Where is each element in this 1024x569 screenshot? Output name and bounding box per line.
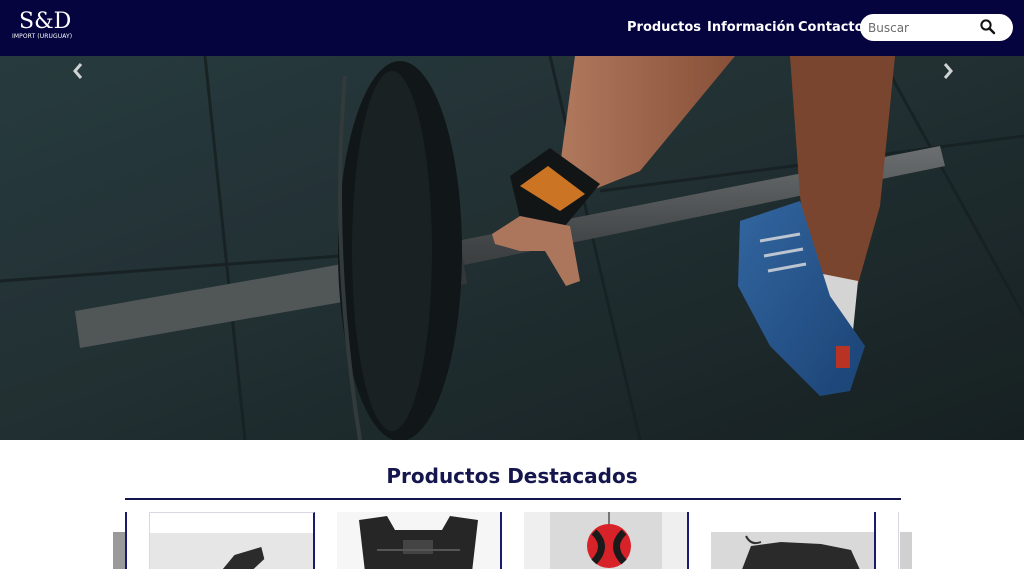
product-image: [711, 532, 874, 569]
product-image: [524, 512, 687, 569]
product-card[interactable]: [524, 512, 689, 569]
brand-name: S&D: [19, 9, 72, 34]
featured-products-carousel: [0, 512, 1024, 569]
product-image: [150, 533, 313, 569]
search-icon[interactable]: [979, 18, 997, 36]
brand-logo[interactable]: S&D IMPORT (URUGUAY): [12, 11, 72, 41]
section-divider: [125, 498, 901, 500]
product-card[interactable]: [149, 512, 315, 569]
product-card[interactable]: [337, 512, 502, 569]
search-box: [860, 14, 1013, 41]
navbar: S&D IMPORT (URUGUAY) Productos Informaci…: [0, 0, 1024, 56]
hero-carousel: [0, 56, 1024, 440]
brand-subtitle: IMPORT (URUGUAY): [12, 33, 73, 40]
nav-item-contacto[interactable]: Contacto: [798, 18, 864, 38]
nav-item-informacion[interactable]: Información: [707, 18, 795, 38]
product-image: [337, 512, 500, 569]
carousel-next-icon[interactable]: [938, 56, 958, 86]
product-card-partial-left[interactable]: [113, 512, 127, 569]
nav-item-productos[interactable]: Productos: [627, 18, 701, 38]
featured-title: Productos Destacados: [386, 464, 638, 488]
search-input[interactable]: [868, 18, 978, 37]
product-card[interactable]: [711, 512, 876, 569]
hero-image: [0, 56, 1024, 440]
product-card-partial-right[interactable]: [898, 512, 912, 569]
carousel-prev-icon[interactable]: [68, 56, 88, 86]
